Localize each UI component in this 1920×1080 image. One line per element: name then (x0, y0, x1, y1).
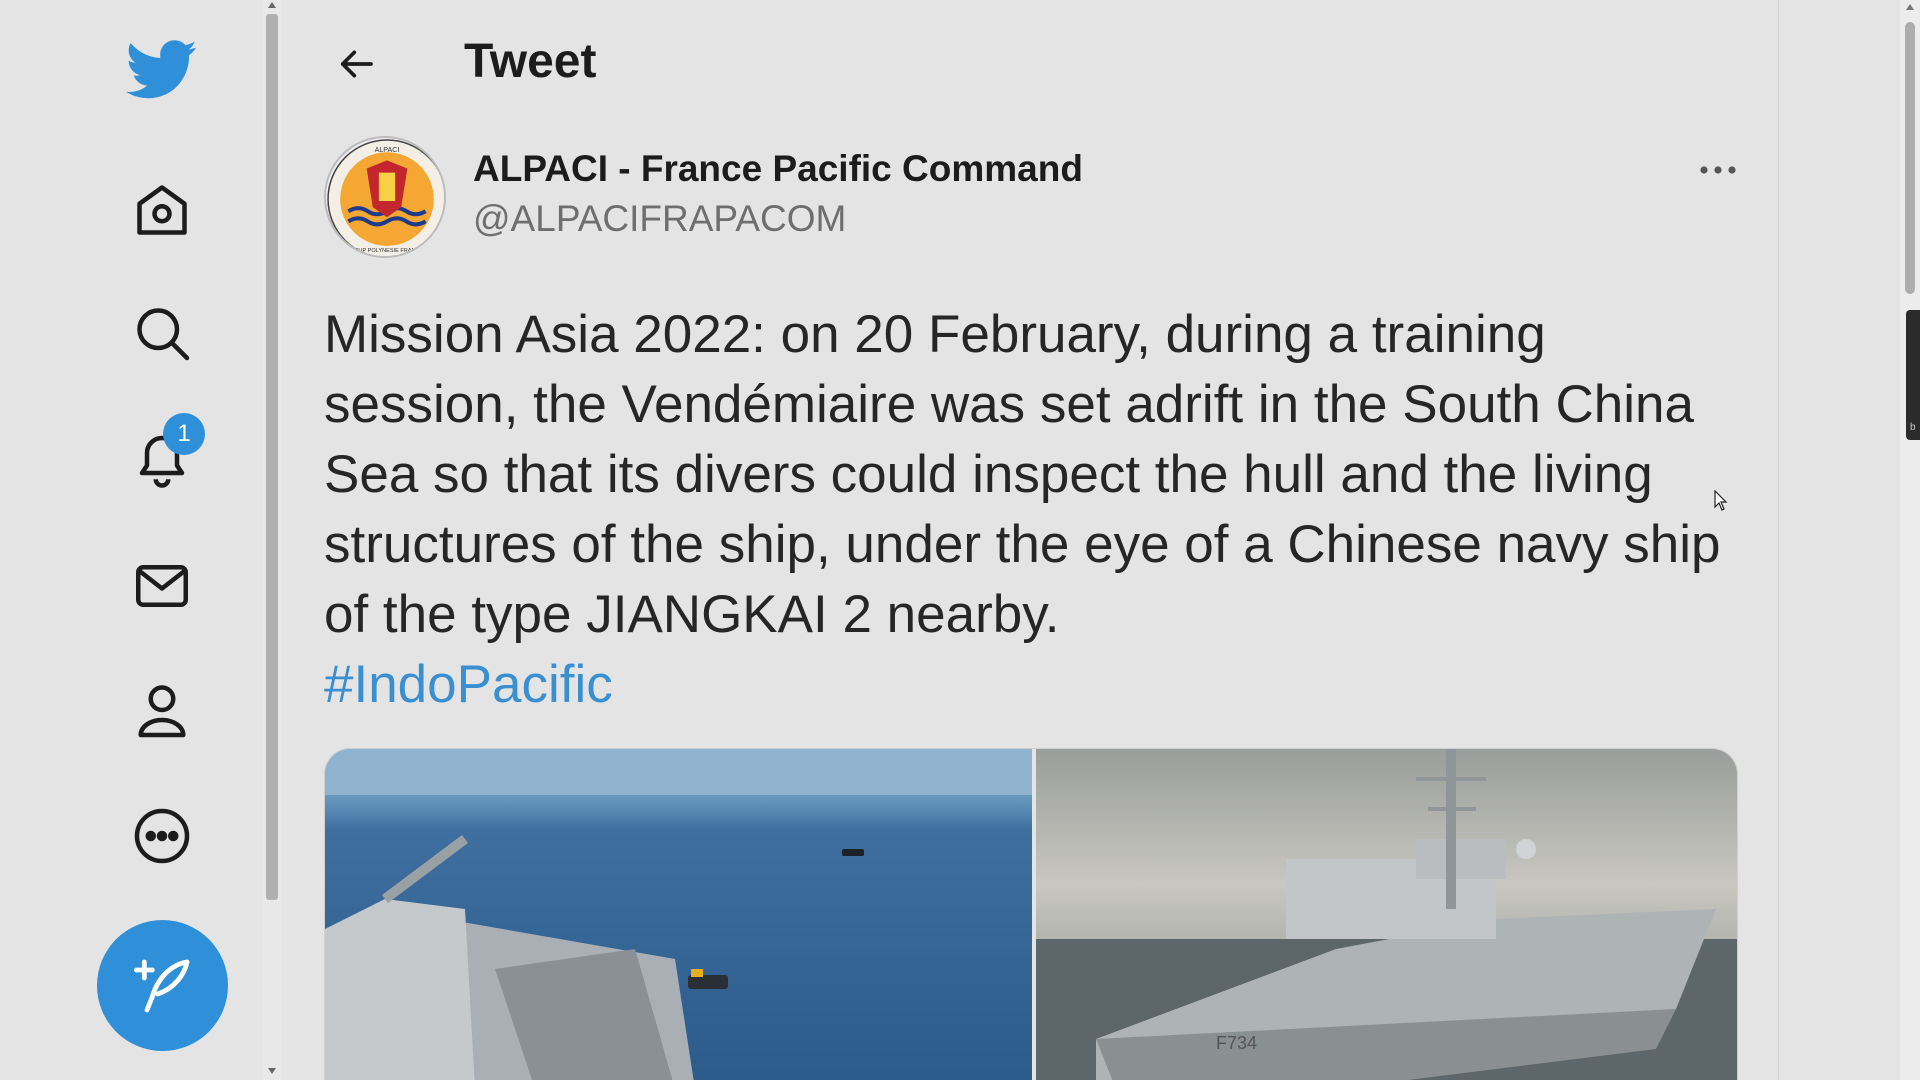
compose-tweet-button[interactable] (97, 920, 228, 1051)
scroll-down-arrow[interactable] (268, 1068, 276, 1074)
tweet-media-grid: F734 (324, 748, 1738, 1080)
scroll-up-arrow[interactable] (268, 2, 276, 8)
twitter-bird-icon[interactable] (122, 30, 202, 110)
mail-icon[interactable] (122, 546, 202, 626)
ellipsis-icon (1700, 166, 1736, 174)
tweet-text: Mission Asia 2022: on 20 February, durin… (324, 305, 1721, 644)
avatar[interactable]: ALPACI COMSUP POLYNESIE FRANCAISE (324, 136, 446, 258)
tweet-body: Mission Asia 2022: on 20 February, durin… (324, 300, 1744, 720)
scrollbar-thumb[interactable] (266, 14, 278, 900)
page-scroll-up-arrow[interactable] (1906, 4, 1914, 10)
avatar-motto: COMSUP POLYNESIE FRANCAISE (342, 248, 433, 254)
page-scrollbar[interactable] (1900, 0, 1920, 1080)
back-button[interactable] (324, 36, 388, 92)
feather-plus-icon (133, 959, 189, 1012)
left-navigation: 1 (0, 0, 262, 1080)
media-photo-1[interactable] (325, 749, 1032, 1080)
more-circle-icon[interactable] (122, 796, 202, 876)
person-icon[interactable] (122, 670, 202, 750)
media-photo-2[interactable]: F734 (1036, 749, 1737, 1080)
side-panel-tab[interactable]: b (1906, 310, 1920, 440)
home-icon[interactable] (122, 170, 202, 250)
side-panel-tab-label: b (1910, 422, 1916, 433)
tweet-detail-column: Tweet ALPACI COMSUP POLYNESIE FRANCAISE … (282, 0, 1779, 1080)
page-title: Tweet (464, 35, 597, 88)
more-options-button[interactable] (1688, 150, 1748, 190)
search-icon[interactable] (122, 293, 202, 373)
author-display-name[interactable]: ALPACI - France Pacific Command (473, 148, 1083, 190)
author-handle[interactable]: @ALPACIFRAPACOM (473, 198, 846, 240)
arrow-left-icon (340, 50, 373, 78)
avatar-text: ALPACI (375, 146, 400, 154)
mouse-cursor-icon (1714, 489, 1728, 517)
sidebar-scrollbar[interactable] (262, 0, 282, 1080)
hashtag-link[interactable]: #IndoPacific (324, 655, 613, 714)
notification-badge: 1 (163, 413, 205, 455)
page-scrollbar-thumb[interactable] (1905, 22, 1915, 294)
hull-number: F734 (1216, 1033, 1257, 1053)
